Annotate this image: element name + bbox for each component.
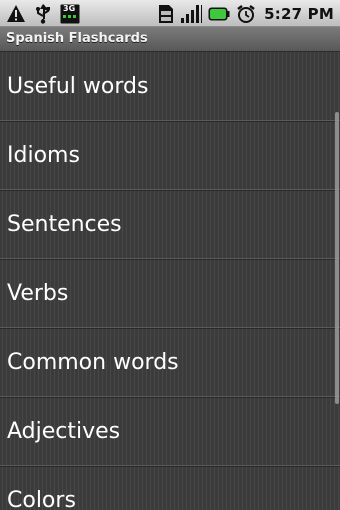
list-item-label: Verbs [7, 280, 69, 306]
status-bar: 3G 5:27 PM [0, 0, 340, 27]
list-item-label: Idioms [7, 142, 80, 168]
list-item-useful-words[interactable]: Useful words [0, 52, 340, 121]
list-item-idioms[interactable]: Idioms [0, 121, 340, 190]
title-bar: Spanish Flashcards [0, 27, 340, 52]
list-item-label: Sentences [7, 211, 122, 237]
warning-icon [7, 5, 25, 22]
list-scrollbar[interactable] [335, 112, 339, 404]
list-item-label: Colors [7, 487, 76, 510]
list-item-label: Common words [7, 349, 179, 375]
alarm-icon [237, 4, 255, 23]
usb-icon [36, 3, 50, 24]
list-item-label: Adjectives [7, 418, 121, 444]
category-list[interactable]: Useful words Idioms Sentences Verbs Comm… [0, 52, 340, 510]
battery-icon [208, 7, 230, 20]
list-item-label: Useful words [7, 73, 149, 99]
list-item-colors[interactable]: Colors [0, 466, 340, 510]
phone-screen: 3G 5:27 PM Spanish Flashcards Useful wor… [0, 0, 340, 510]
list-item-common-words[interactable]: Common words [0, 328, 340, 397]
status-clock: 5:27 PM [264, 4, 334, 23]
list-item-sentences[interactable]: Sentences [0, 190, 340, 259]
app-title: Spanish Flashcards [6, 31, 148, 46]
3g-icon: 3G [60, 4, 80, 24]
signal-icon [181, 4, 203, 23]
list-item-adjectives[interactable]: Adjectives [0, 397, 340, 466]
sd-card-icon [159, 4, 174, 23]
network-type-label: 3G [63, 3, 76, 13]
list-item-verbs[interactable]: Verbs [0, 259, 340, 328]
